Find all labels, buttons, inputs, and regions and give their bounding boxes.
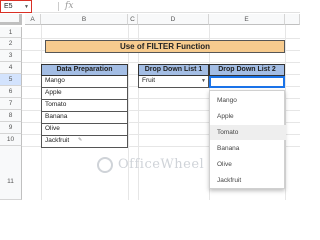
watermark-logo-icon [97,157,113,173]
table-row[interactable]: Mango [41,76,128,88]
dropdown-option[interactable]: Jackfruit [210,173,286,188]
row-header-9[interactable]: 9 [0,122,22,134]
table-row[interactable]: Banana [41,112,128,124]
row-header-5[interactable]: 5 [0,74,22,86]
dropdown-option-highlighted[interactable]: Tomato [210,125,286,140]
table-row[interactable]: Jackfruit [41,136,128,148]
gridline [22,38,300,39]
dropdown-option[interactable]: Apple [210,109,286,124]
chevron-down-icon[interactable]: ▼ [201,78,206,84]
watermark: OfficeWheel [118,157,205,172]
table-row[interactable]: Tomato [41,100,128,112]
data-validation-chip-icon: ✎ [78,137,83,143]
column-header-a[interactable]: A [25,14,41,25]
row-header-7[interactable]: 7 [0,98,22,110]
drop-down-list-1-cell[interactable]: Fruit [138,76,209,88]
table-row[interactable]: Olive [41,124,128,136]
select-all-corner[interactable] [0,14,22,25]
drop-down-list-1-header[interactable]: Drop Down List 1 [138,64,209,76]
row-header-3[interactable]: 3 [0,50,22,62]
fx-icon: fx [65,1,74,11]
drop-down-list-2-header[interactable]: Drop Down List 2 [209,64,285,76]
column-header-f[interactable] [285,14,300,25]
row-header-2[interactable]: 2 [0,38,22,50]
dropdown-option[interactable]: Olive [210,157,286,172]
gridline [22,62,300,63]
row-header-1[interactable]: 1 [0,27,22,38]
row-header-8[interactable]: 8 [0,110,22,122]
table-row[interactable]: Apple [41,88,128,100]
column-header-d[interactable]: D [138,14,209,25]
sheet-title[interactable]: Use of FILTER Function [45,40,285,53]
row-header-4[interactable]: 4 [0,62,22,74]
drop-down-list-2-cell[interactable] [209,76,285,88]
formula-bar-divider [58,2,59,11]
column-header-c[interactable]: C [128,14,138,25]
data-preparation-header[interactable]: Data Preparation [41,64,128,76]
name-box-dropdown-icon[interactable]: ▼ [24,4,29,10]
row-header-6[interactable]: 6 [0,86,22,98]
dropdown-option[interactable]: Mango [210,93,286,108]
dropdown-option[interactable]: Banana [210,141,286,156]
row-header-10[interactable]: 10 [0,134,22,146]
column-header-b[interactable]: B [41,14,128,25]
row-header-11[interactable]: 11 [0,146,22,200]
column-header-e[interactable]: E [209,14,285,25]
dropdown-menu[interactable]: Mango Apple Tomato Banana Olive Jackfrui… [209,90,286,189]
